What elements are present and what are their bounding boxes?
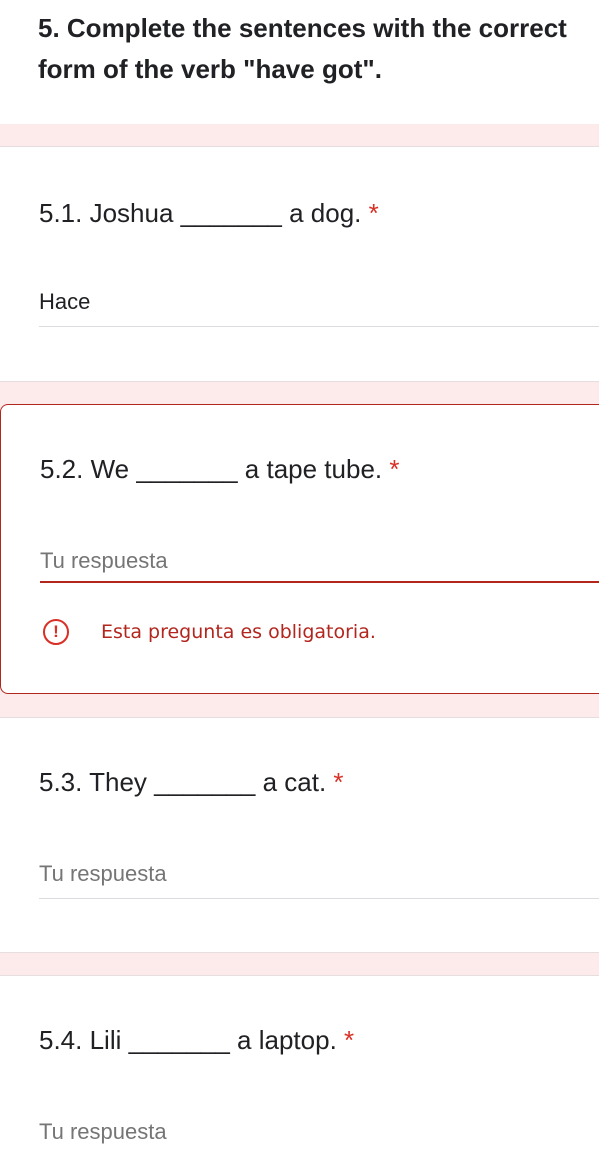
answer-input[interactable] — [39, 287, 599, 317]
question-text: 5.2. We _______ a tape tube. — [40, 454, 383, 484]
answer-underline — [39, 898, 599, 899]
error-icon: ! — [43, 619, 69, 645]
answer-underline — [39, 326, 599, 327]
question-title: 5.3. They _______ a cat. * — [39, 766, 344, 798]
question-text: 5.4. Lili _______ a laptop. — [39, 1025, 337, 1055]
question-card-5-3: 5.3. They _______ a cat. * — [0, 717, 599, 953]
section-title: 5. Complete the sentences with the corre… — [38, 13, 567, 84]
question-card-5-1: 5.1. Joshua _______ a dog. * — [0, 146, 599, 382]
section-header-card: 5. Complete the sentences with the corre… — [0, 0, 599, 124]
question-text: 5.1. Joshua _______ a dog. — [39, 198, 362, 228]
required-asterisk: * — [368, 198, 379, 228]
error-message: Esta pregunta es obligatoria. — [101, 621, 376, 643]
question-card-5-4: 5.4. Lili _______ a laptop. * — [0, 975, 599, 1150]
answer-input[interactable] — [39, 1117, 599, 1147]
question-title: 5.2. We _______ a tape tube. * — [40, 453, 400, 485]
required-asterisk: * — [389, 454, 400, 484]
answer-input[interactable] — [40, 546, 599, 576]
required-asterisk: * — [344, 1025, 355, 1055]
question-title: 5.1. Joshua _______ a dog. * — [39, 197, 379, 229]
answer-underline-error — [40, 581, 599, 583]
question-card-5-2: 5.2. We _______ a tape tube. * ! Esta pr… — [0, 404, 599, 694]
question-text: 5.3. They _______ a cat. — [39, 767, 327, 797]
answer-input[interactable] — [39, 859, 599, 889]
required-asterisk: * — [333, 767, 344, 797]
question-title: 5.4. Lili _______ a laptop. * — [39, 1024, 354, 1056]
validation-error: ! Esta pregunta es obligatoria. — [43, 619, 376, 645]
